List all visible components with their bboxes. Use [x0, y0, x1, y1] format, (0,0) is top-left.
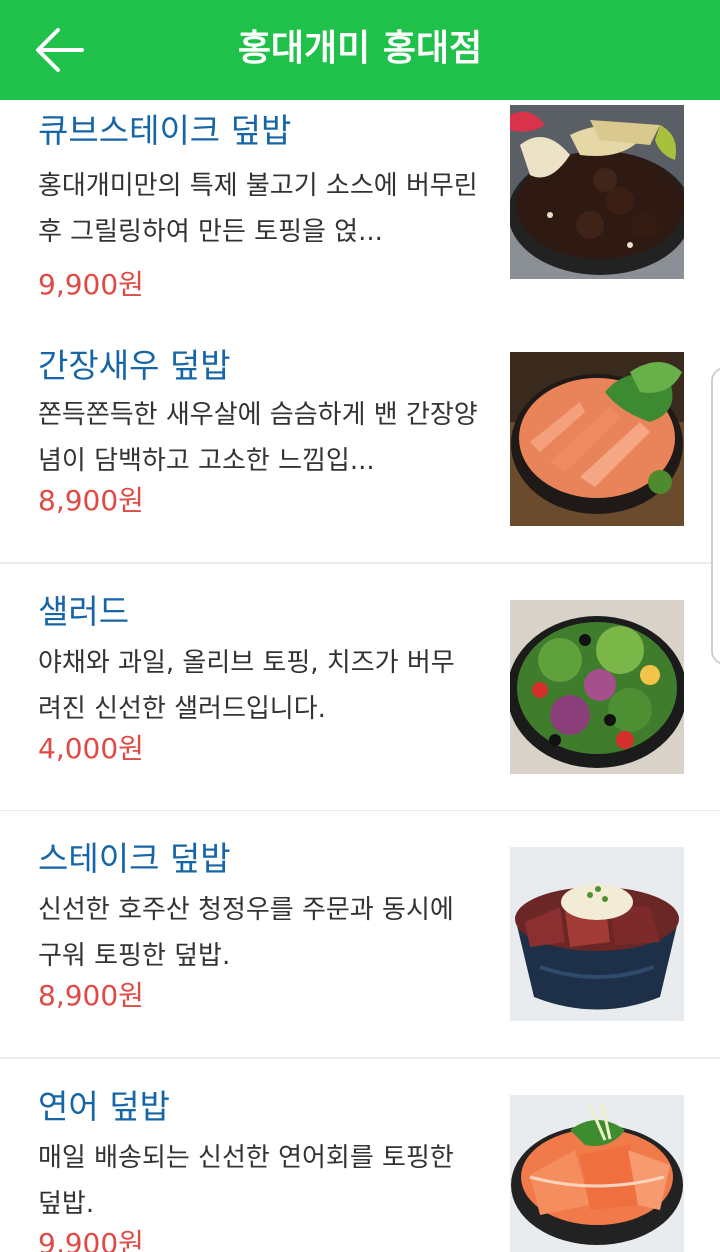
menu-item-price: 4,000원 — [38, 732, 144, 765]
menu-item[interactable]: 스테이크 덮밥 신선한 호주산 청정우를 주문과 동시에 구워 토핑한 덮밥. … — [0, 811, 720, 1059]
menu-item-price: 9,900원 — [38, 268, 144, 301]
menu-item[interactable]: 간장새우 덮밥 쫀득쫀득한 새우살에 슴슴하게 밴 간장양념이 담백하고 고소한… — [0, 316, 720, 564]
menu-item-price: 8,900원 — [38, 979, 144, 1012]
page-title: 홍대개미 홍대점 — [237, 28, 483, 69]
menu-item[interactable]: 연어 덮밥 매일 배송되는 신선한 연어회를 토핑한 덮밥. 9,900원 — [0, 1059, 720, 1252]
edge-panel-handle[interactable] — [711, 367, 720, 665]
menu-item-description: 야채와 과일, 올리브 토핑, 치즈가 버무려진 신선한 샐러드입니다. — [38, 648, 455, 724]
menu-item-name: 간장새우 덮밥 — [38, 346, 231, 385]
menu-item-name: 스테이크 덮밥 — [38, 839, 231, 878]
menu-item-name: 큐브스테이크 덮밥 — [38, 111, 292, 150]
menu-item-description: 신선한 호주산 청정우를 주문과 동시에 구워 토핑한 덮밥. — [38, 895, 454, 971]
menu-item[interactable]: 큐브스테이크 덮밥 홍대개미만의 특제 불고기 소스에 버무린 후 그릴링하여 … — [0, 101, 720, 349]
menu-item-name: 연어 덮밥 — [38, 1087, 170, 1126]
menu-item-description: 매일 배송되는 신선한 연어회를 토핑한 덮밥. — [38, 1143, 454, 1219]
menu-item-price: 8,900원 — [38, 484, 144, 517]
cube-steak-bowl-photo[interactable] — [510, 105, 684, 279]
menu-item-name: 샐러드 — [38, 592, 130, 631]
steak-bowl-photo[interactable] — [510, 847, 684, 1021]
app-bar: 홍대개미 홍대점 — [0, 0, 720, 100]
menu-item-price: 9,900원 — [38, 1227, 144, 1252]
menu-item-description: 홍대개미만의 특제 불고기 소스에 버무린 후 그릴링하여 만든 토핑을 얹..… — [38, 171, 478, 247]
soy-shrimp-bowl-photo[interactable] — [510, 352, 684, 526]
menu-list[interactable]: 큐브스테이크 덮밥 홍대개미만의 특제 불고기 소스에 버무린 후 그릴링하여 … — [0, 0, 720, 1252]
salad-photo[interactable] — [510, 600, 684, 774]
menu-item[interactable]: 샐러드 야채와 과일, 올리브 토핑, 치즈가 버무려진 신선한 샐러드입니다.… — [0, 564, 720, 812]
salmon-bowl-photo[interactable] — [510, 1095, 684, 1252]
menu-item-description: 쫀득쫀득한 새우살에 슴슴하게 밴 간장양념이 담백하고 고소한 느낌입... — [38, 400, 478, 476]
